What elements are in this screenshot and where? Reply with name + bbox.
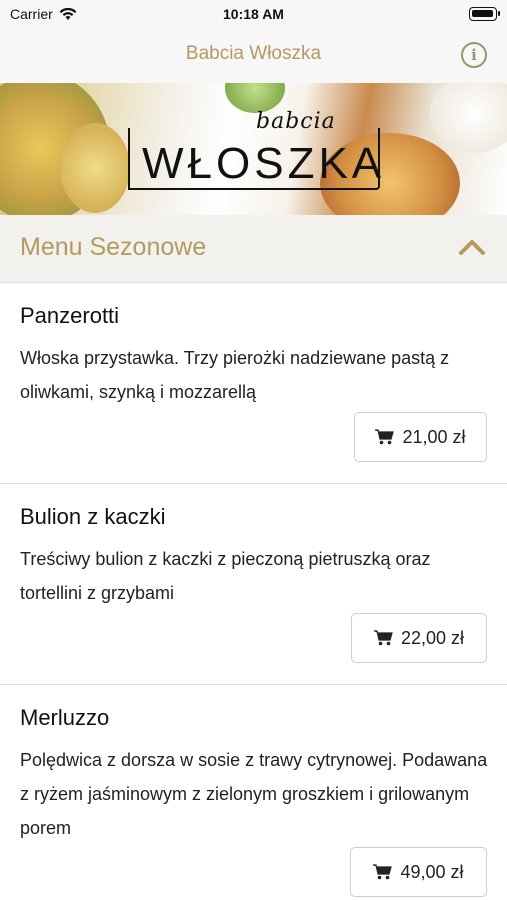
add-to-cart-button[interactable]: 49,00 zł xyxy=(350,847,487,897)
navigation-bar: Babcia Włoszka i xyxy=(0,28,507,83)
menu-item-name: Merluzzo xyxy=(20,705,110,730)
plate-photo xyxy=(430,83,507,153)
menu-item-name: Bulion z kaczki xyxy=(20,504,166,529)
add-to-cart-button[interactable]: 21,00 zł xyxy=(354,412,487,462)
status-bar: Carrier 10:18 AM xyxy=(0,0,507,28)
chevron-up-icon[interactable] xyxy=(459,239,485,255)
food-photo-bread xyxy=(60,123,130,213)
clock: 10:18 AM xyxy=(223,6,284,22)
add-to-cart-button[interactable]: 22,00 zł xyxy=(351,613,487,663)
restaurant-banner: babcia WŁOSZKA xyxy=(0,83,507,215)
page-title: Babcia Włoszka xyxy=(185,43,322,64)
menu-item-panzerotti: Panzerotti Włoska przystawka. Trzy piero… xyxy=(0,283,507,484)
price-label: 21,00 zł xyxy=(402,426,466,447)
section-title: Menu Sezonowe xyxy=(20,233,207,261)
cart-icon xyxy=(373,864,393,880)
logo-main-text: WŁOSZKA xyxy=(142,139,386,188)
menu-item-merluzzo: Merluzzo Polędwica z dorsza w sosie z tr… xyxy=(0,685,507,900)
cart-icon xyxy=(375,429,395,445)
cart-icon xyxy=(373,630,393,646)
menu-item-description: Treściwy bulion z kaczki z pieczoną piet… xyxy=(20,549,431,603)
menu-item-description: Polędwica z dorsza w sosie z trawy cytry… xyxy=(20,750,488,838)
price-label: 22,00 zł xyxy=(400,627,465,648)
battery-icon xyxy=(469,7,500,21)
info-icon[interactable]: i xyxy=(461,42,487,68)
menu-item-bulion-z-kaczki: Bulion z kaczki Treściwy bulion z kaczki… xyxy=(0,484,507,685)
menu-item-name: Panzerotti xyxy=(20,303,120,328)
price-label: 49,00 zł xyxy=(400,861,464,882)
section-header-menu-sezonowe[interactable]: Menu Sezonowe xyxy=(0,215,507,283)
menu-item-description: Włoska przystawka. Trzy pierożki nadziew… xyxy=(20,348,450,402)
logo-small-text: babcia xyxy=(256,109,336,134)
